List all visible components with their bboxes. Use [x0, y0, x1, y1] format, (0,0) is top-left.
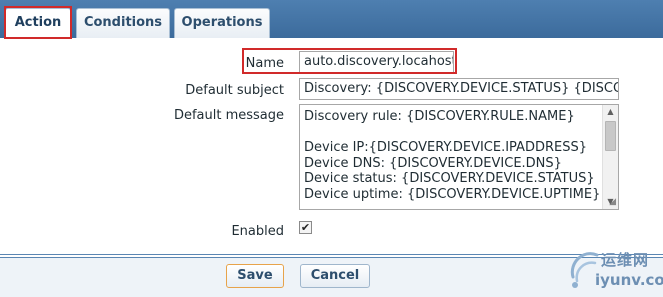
tab-operations[interactable]: Operations [174, 8, 270, 38]
scroll-up-icon[interactable]: ▲ [603, 105, 618, 119]
message-scrollbar[interactable]: ▲ ▼ [602, 105, 618, 209]
default-subject-label: Default subject [185, 83, 284, 98]
default-subject-field[interactable]: Discovery: {DISCOVERY.DEVICE.STATUS} {DI… [299, 78, 619, 100]
watermark-en-text: iyunv.com [595, 271, 663, 289]
enabled-checkbox[interactable]: ✔ [299, 221, 312, 234]
default-message-label: Default message [173, 108, 284, 123]
tab-bar: Action Conditions Operations [0, 0, 663, 38]
cancel-button[interactable]: Cancel [300, 264, 370, 288]
name-field[interactable]: auto.discovery.locahost [299, 51, 454, 73]
form-divider [0, 254, 663, 255]
site-watermark: 运维网 iyunv.com [567, 243, 663, 295]
name-label: Name [245, 56, 284, 71]
watermark-cn-text: 运维网 [601, 251, 650, 269]
tab-conditions[interactable]: Conditions [76, 8, 170, 38]
tab-action[interactable]: Action [5, 8, 71, 38]
resize-grip-icon[interactable]: ◢ [609, 197, 616, 207]
enabled-label: Enabled [231, 224, 284, 239]
scroll-thumb[interactable] [605, 121, 616, 151]
default-message-textarea[interactable]: Discovery rule: {DISCOVERY.RULE.NAME} De… [299, 104, 619, 210]
save-button[interactable]: Save [226, 264, 284, 288]
default-message-text: Discovery rule: {DISCOVERY.RULE.NAME} De… [304, 109, 601, 202]
